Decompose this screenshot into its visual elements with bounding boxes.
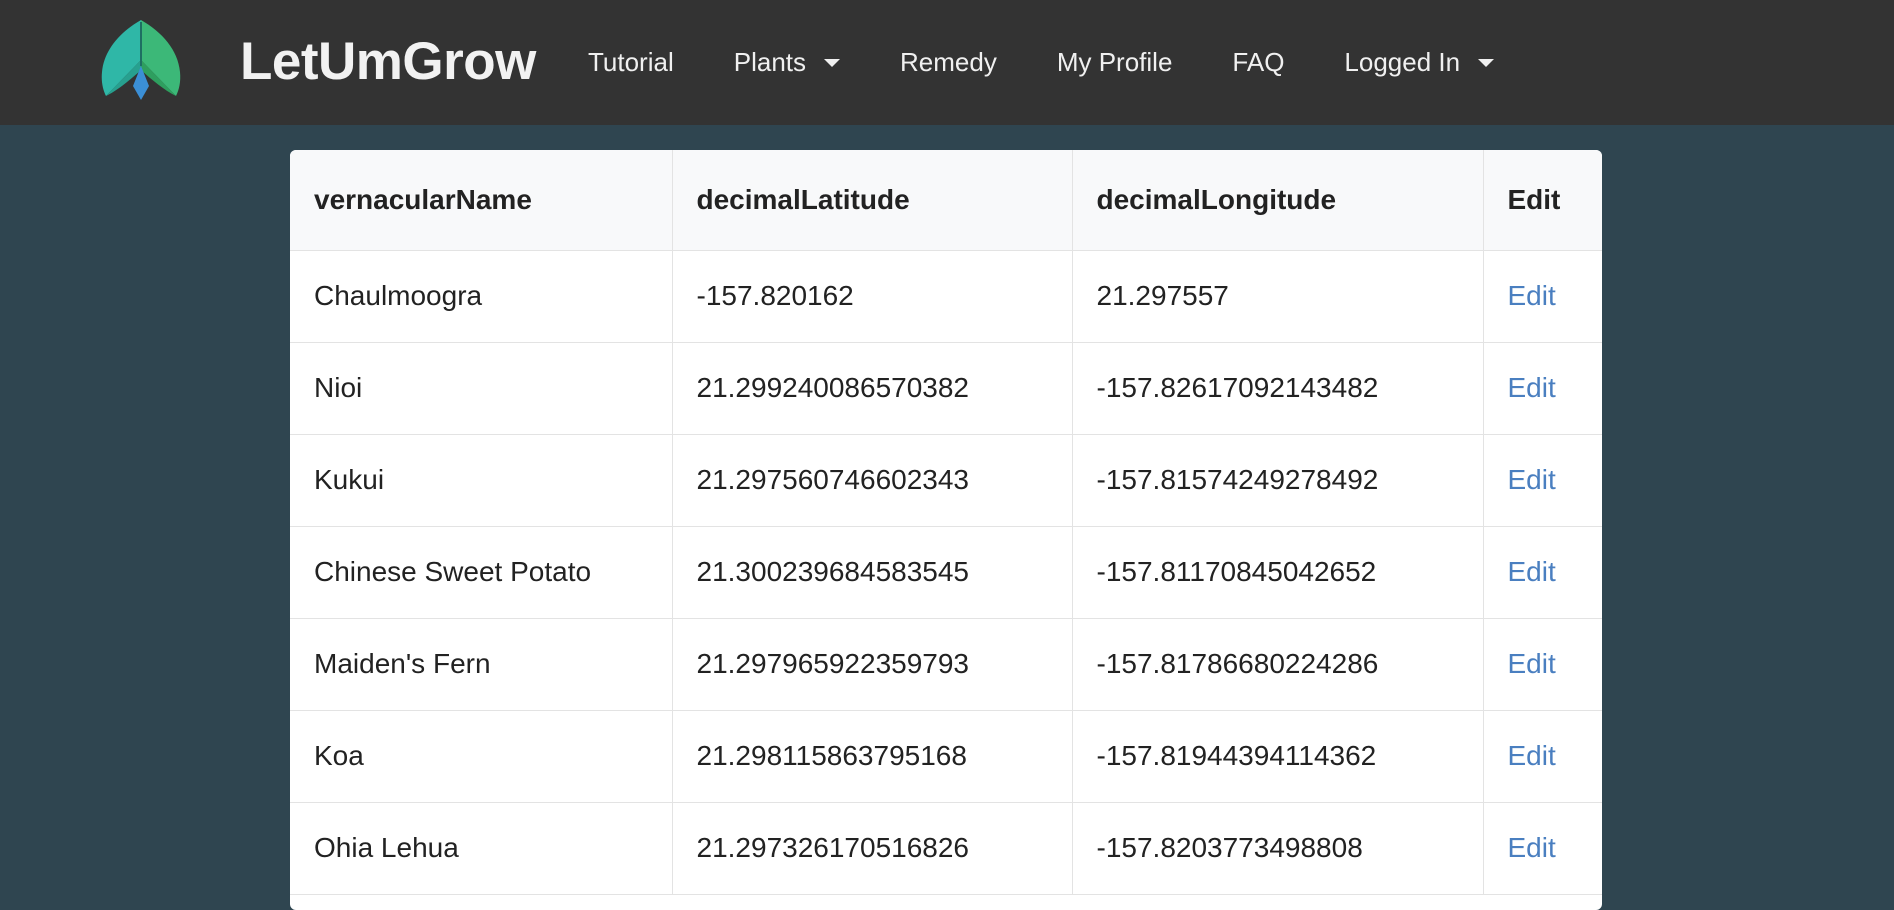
- edit-link[interactable]: Edit: [1508, 832, 1556, 863]
- nav-remedy[interactable]: Remedy: [900, 47, 997, 78]
- cell-decimal-longitude: -157.8203773498808: [1072, 802, 1484, 895]
- edit-link[interactable]: Edit: [1508, 280, 1556, 311]
- edit-link[interactable]: Edit: [1508, 372, 1556, 403]
- cell-edit: Edit: [1483, 342, 1602, 435]
- caret-down-icon: [1478, 59, 1495, 67]
- cell-edit: Edit: [1483, 250, 1602, 343]
- nav-label: Logged In: [1344, 46, 1461, 77]
- plants-table: vernacularName decimalLatitude decimalLo…: [290, 150, 1602, 895]
- nav-faq[interactable]: FAQ: [1232, 47, 1284, 78]
- cell-decimal-latitude: 21.297965922359793: [672, 618, 1073, 711]
- table-row: Maiden's Fern 21.297965922359793 -157.81…: [290, 618, 1602, 711]
- edit-link[interactable]: Edit: [1508, 464, 1556, 495]
- cell-vernacular-name: Koa: [290, 710, 673, 803]
- navbar: LetUmGrow Tutorial Plants Remedy My Prof…: [0, 0, 1894, 125]
- nav-label: My Profile: [1056, 46, 1173, 77]
- leaf-logo-icon[interactable]: [100, 20, 182, 100]
- cell-decimal-latitude: 21.297560746602343: [672, 434, 1073, 527]
- cell-edit: Edit: [1483, 434, 1602, 527]
- edit-link[interactable]: Edit: [1508, 740, 1556, 771]
- cell-edit: Edit: [1483, 618, 1602, 711]
- cell-vernacular-name: Nioi: [290, 342, 673, 435]
- edit-link[interactable]: Edit: [1508, 648, 1556, 679]
- nav-label: Tutorial: [588, 46, 674, 77]
- nav-plants-dropdown[interactable]: Plants: [734, 47, 840, 78]
- table-row: Koa 21.298115863795168 -157.819443941143…: [290, 710, 1602, 803]
- cell-vernacular-name: Chaulmoogra: [290, 250, 673, 343]
- cell-edit: Edit: [1483, 710, 1602, 803]
- table-row: Ohia Lehua 21.297326170516826 -157.82037…: [290, 802, 1602, 895]
- cell-vernacular-name: Chinese Sweet Potato: [290, 526, 673, 619]
- cell-decimal-longitude: -157.81944394114362: [1072, 710, 1484, 803]
- table-header-row: vernacularName decimalLatitude decimalLo…: [290, 150, 1602, 251]
- caret-down-icon: [824, 59, 840, 67]
- cell-vernacular-name: Ohia Lehua: [290, 802, 673, 895]
- nav-my-profile[interactable]: My Profile: [1057, 47, 1173, 78]
- cell-decimal-latitude: 21.299240086570382: [672, 342, 1073, 435]
- nav-tutorial[interactable]: Tutorial: [588, 47, 674, 78]
- cell-decimal-longitude: -157.81574249278492: [1072, 434, 1484, 527]
- column-header-decimal-latitude: decimalLatitude: [672, 150, 1073, 251]
- cell-decimal-latitude: 21.300239684583545: [672, 526, 1073, 619]
- cell-vernacular-name: Kukui: [290, 434, 673, 527]
- cell-edit: Edit: [1483, 802, 1602, 895]
- brand-name[interactable]: LetUmGrow: [240, 28, 536, 96]
- cell-vernacular-name: Maiden's Fern: [290, 618, 673, 711]
- table-row: Kukui 21.297560746602343 -157.8157424927…: [290, 434, 1602, 527]
- cell-decimal-longitude: -157.82617092143482: [1072, 342, 1484, 435]
- column-header-decimal-longitude: decimalLongitude: [1072, 150, 1484, 251]
- plants-table-card: vernacularName decimalLatitude decimalLo…: [290, 150, 1602, 910]
- cell-decimal-longitude: -157.81170845042652: [1072, 526, 1484, 619]
- table-row: Chaulmoogra -157.820162 21.297557 Edit: [290, 250, 1602, 343]
- cell-decimal-latitude: -157.820162: [672, 250, 1073, 343]
- cell-decimal-latitude: 21.298115863795168: [672, 710, 1073, 803]
- column-header-vernacular-name: vernacularName: [290, 150, 673, 251]
- cell-decimal-longitude: -157.81786680224286: [1072, 618, 1484, 711]
- nav-label: Remedy: [900, 46, 997, 77]
- edit-link[interactable]: Edit: [1508, 556, 1556, 587]
- main-nav: Tutorial Plants Remedy My Profile FAQ Lo…: [588, 40, 1554, 84]
- nav-logged-in-dropdown[interactable]: Logged In: [1344, 46, 1495, 78]
- cell-decimal-latitude: 21.297326170516826: [672, 802, 1073, 895]
- cell-decimal-longitude: 21.297557: [1072, 250, 1484, 343]
- table-row: Nioi 21.299240086570382 -157.82617092143…: [290, 342, 1602, 435]
- nav-label: Plants: [733, 46, 806, 77]
- table-row: Chinese Sweet Potato 21.300239684583545 …: [290, 526, 1602, 619]
- cell-edit: Edit: [1483, 526, 1602, 619]
- column-header-edit: Edit: [1483, 150, 1602, 251]
- nav-label: FAQ: [1232, 46, 1285, 77]
